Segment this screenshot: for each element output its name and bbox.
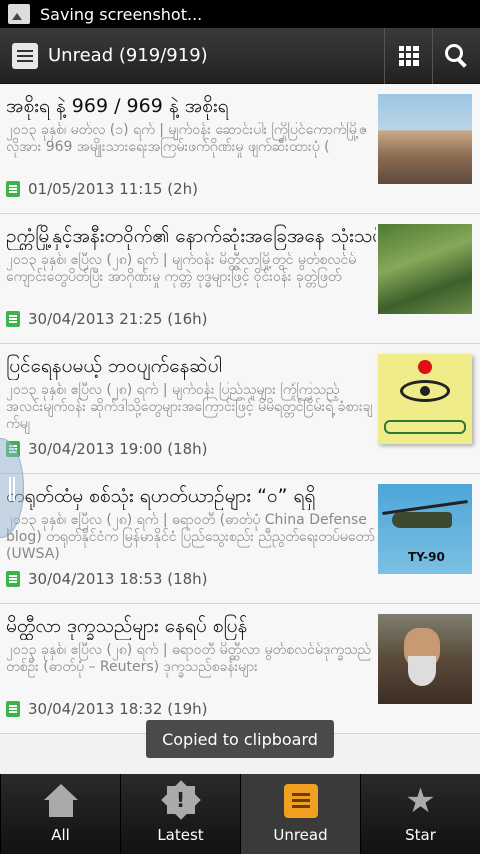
list-icon [12,42,38,69]
document-icon [6,571,20,587]
article-thumbnail [378,94,472,184]
document-icon [6,311,20,327]
thumbnail-caption: TY-90 [408,550,445,564]
list-item[interactable]: ပြင်ရေနပမယ့် ဘဝပျက်နေဆဲပါ ၂၀၁၃ ခုနှစ်၊ ဧ… [0,344,480,474]
article-date: 30/04/2013 18:32 (19h) [28,700,208,718]
article-snippet: ၂၀၁၃ ခုနှစ်၊ ဧပြီလ (၂၈) ရက် | မျက်ဝန်း မ… [6,252,357,285]
logo-band [384,420,466,434]
image-icon [8,4,30,24]
search-button[interactable] [432,27,480,84]
status-text: Saving screenshot... [40,4,203,24]
grid-icon [398,45,419,66]
article-title: မိတ္ထီလာ ဒုက္ခသည်များ နေရပ် စပြန် [6,615,248,637]
bottom-tab-bar: All Latest Unread ★ Star [0,774,480,854]
article-thumbnail: TY-90 [378,484,472,574]
search-icon [444,43,469,68]
article-snippet: ၂၀၁၃ ခုနှစ်၊ ဧပြီလ (၂၈) ရက် | ဓရာဝတီ မိတ… [6,642,372,675]
tab-latest[interactable]: Latest [120,774,240,854]
document-icon [6,701,20,717]
tab-label: Latest [157,826,204,844]
article-thumbnail [378,614,472,704]
list-item[interactable]: ဉက္ကံမြို့နှင့်အနီးတဝိုက်၏ နောက်ဆုံးအခြေ… [0,214,480,344]
status-bar: Saving screenshot... [0,0,480,28]
article-snippet: ၂၀၁၃ ခုနှစ်၊ ဧပြီလ (၂၈) ရက် | ဓရာဝတီ (ဓာ… [6,512,375,562]
tab-label: Star [405,826,436,844]
pin-icon [418,360,432,374]
tab-label: All [51,826,70,844]
list-item[interactable]: အစိုးရ နဲ့ 969 / 969 နဲ့ အစိုးရ ၂၀၁၃ ခုန… [0,84,480,214]
list-item[interactable]: တရုတ်ထံမှ စစ်သုံး ရဟတ်ယာဉ်များ “၀” ရရှိ … [0,474,480,604]
article-title: ဉက္ကံမြို့နှင့်အနီးတဝိုက်၏ နောက်ဆုံးအခြေ… [6,225,376,247]
article-thumbnail [378,224,472,314]
list-item[interactable]: မိတ္ထီလာ ဒုက္ခသည်များ နေရပ် စပြန် ၂၀၁၃ ခ… [0,604,480,734]
eye-logo-icon [400,380,450,402]
article-thumbnail [378,354,472,444]
article-title: အစိုးရ နဲ့ 969 / 969 နဲ့ အစိုးရ [6,95,229,117]
article-date: 01/05/2013 11:15 (2h) [28,180,198,198]
tab-unread[interactable]: Unread [240,774,360,854]
article-date: 30/04/2013 21:25 (16h) [28,310,208,328]
article-date: 30/04/2013 19:00 (18h) [28,440,208,458]
beard-shape [408,656,436,686]
page-title[interactable]: Unread (919/919) [48,45,384,66]
article-title: ပြင်ရေနပမယ့် ဘဝပျက်နေဆဲပါ [6,355,222,377]
tab-star[interactable]: ★ Star [360,774,480,854]
unread-icon [283,784,318,818]
tab-label: Unread [273,826,328,844]
document-icon [6,181,20,197]
article-snippet: ၂၀၁၃ ခုနှစ်၊ ဧပြီလ (၂၈) ရက် | မျက်ဝန်း ပ… [6,382,373,432]
article-snippet: ၂၀၁၃ ခုနှစ်၊ မတ်လ (၁) ရက် | မျက်ဝန်း ဆော… [6,122,368,155]
article-date: 30/04/2013 18:53 (18h) [28,570,208,588]
helicopter-shape [392,512,452,528]
burst-icon [162,784,200,818]
tab-all[interactable]: All [0,774,120,854]
article-title: တရုတ်ထံမှ စစ်သုံး ရဟတ်ယာဉ်များ “၀” ရရှိ [6,485,316,507]
home-icon [42,784,80,818]
star-icon: ★ [405,781,436,821]
grid-view-button[interactable] [384,27,432,84]
toast-message: Copied to clipboard [146,720,334,758]
article-list[interactable]: အစိုးရ နဲ့ 969 / 969 နဲ့ အစိုးရ ၂၀၁၃ ခုန… [0,84,480,774]
action-bar: Unread (919/919) [0,27,480,84]
